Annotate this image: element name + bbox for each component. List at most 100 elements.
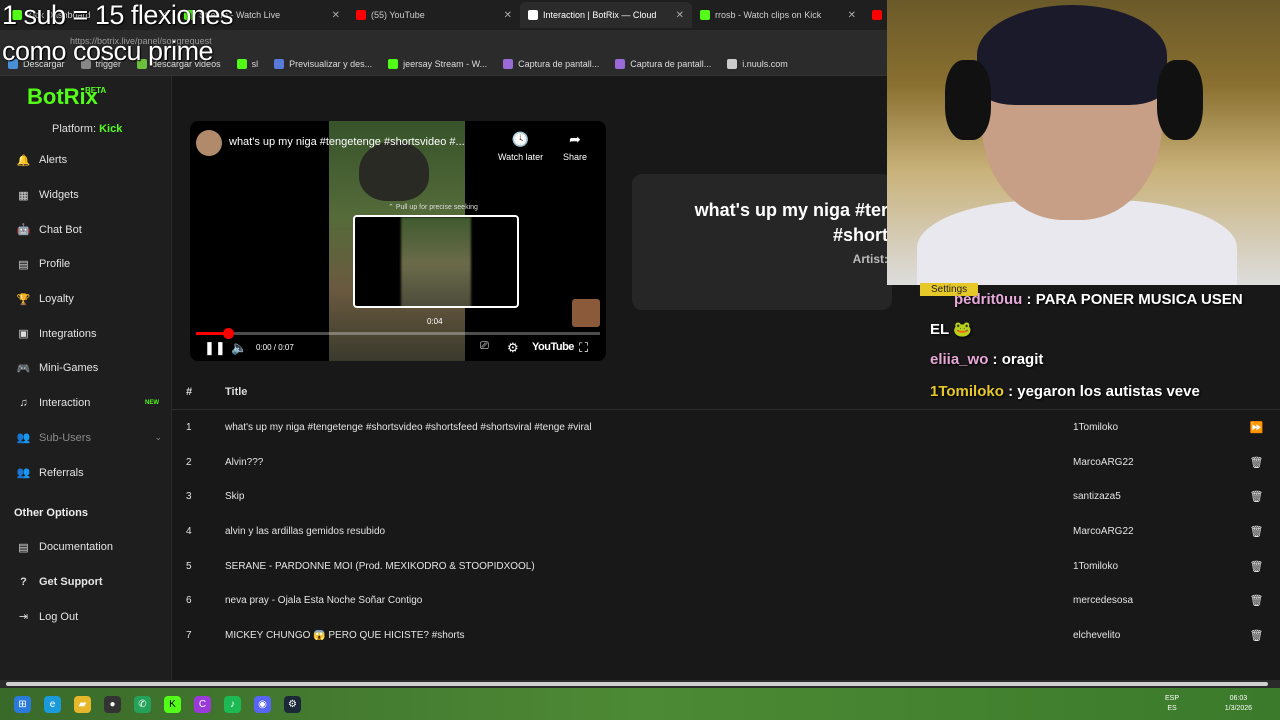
table-row[interactable]: 1 what's up my niga #tengetenge #shortsvi…	[172, 410, 1280, 445]
sidebar-item-log-out[interactable]: ⇥ Log Out	[0, 599, 171, 634]
table-row[interactable]: 3 Skip santizaza5 🗑	[172, 479, 1280, 514]
sidebar-item-label: Loyalty	[39, 293, 74, 306]
botrix-logo[interactable]: BotRix BETA	[27, 84, 106, 110]
row-requester: mercedesosa	[1073, 595, 1134, 607]
fullscreen-icon[interactable]: ⛶	[579, 340, 588, 356]
sidebar-item-chat-bot[interactable]: 🤖 Chat Bot	[0, 212, 171, 247]
youtube-player[interactable]: what's up my niga #tengetenge #shortsvid…	[190, 121, 606, 361]
end-thumbnail[interactable]	[572, 299, 600, 327]
progress-scrubber[interactable]	[223, 328, 235, 339]
video-title[interactable]: what's up my niga #tengetenge #shortsvid…	[229, 136, 465, 148]
row-number: 1	[186, 421, 192, 433]
sidebar-item-label: Referrals	[39, 466, 84, 479]
skip-forward-icon[interactable]: ⏩	[1233, 421, 1280, 434]
folder-icon[interactable]: ▰	[74, 695, 91, 713]
table-row[interactable]: 6 neva pray - Ojala Esta Noche Soñar Cont…	[172, 583, 1280, 618]
tab-close-icon[interactable]: ✕	[848, 10, 856, 21]
kick-icon[interactable]: K	[164, 695, 181, 713]
share-button[interactable]: ➦ Share	[563, 131, 587, 162]
bookmark-item[interactable]: sl	[236, 58, 258, 69]
watch-later-button[interactable]: 🕓 Watch later	[498, 131, 543, 162]
sidebar-item-sub-users[interactable]: 👥 Sub-Users ⌄	[0, 421, 171, 456]
edge-icon[interactable]: e	[44, 695, 61, 713]
tab-close-icon[interactable]: ✕	[676, 10, 684, 21]
platform-indicator: Platform: Kick	[52, 123, 122, 135]
chat-message: pedrit0uu : PARA PONER MUSICA USEN	[954, 291, 1243, 308]
whatsapp-icon[interactable]: ✆	[134, 695, 151, 713]
chat-message: eliia_wo : oragit	[930, 351, 1043, 368]
clock-icon: 🕓	[511, 131, 530, 147]
sidebar-item-profile[interactable]: ▤ Profile	[0, 247, 171, 282]
settings-gear-icon[interactable]: ⚙	[507, 340, 519, 356]
watch-later-label: Watch later	[498, 152, 544, 162]
browser-tab[interactable]: (55) YouTube ✕	[348, 2, 520, 28]
bookmark-item[interactable]: Previsualizar y des...	[274, 58, 372, 69]
progress-bar[interactable]	[196, 328, 600, 339]
tab-close-icon[interactable]: ✕	[332, 10, 340, 21]
language-indicator[interactable]: ESP ES	[1165, 694, 1179, 714]
row-number: 3	[186, 491, 192, 503]
pause-button[interactable]: ❚❚	[204, 340, 226, 356]
sidebar-item-get-support[interactable]: ? Get Support	[0, 565, 171, 600]
trash-icon[interactable]: 🗑	[1233, 525, 1280, 538]
taskbar-clock[interactable]: 06:03 1/3/2026	[1225, 694, 1252, 714]
trash-icon[interactable]: 🗑	[1233, 594, 1280, 607]
steam-icon[interactable]: ⚙	[284, 695, 301, 713]
webcam-overlay	[887, 0, 1280, 285]
volume-icon[interactable]: 🔈	[231, 340, 247, 356]
bookmark-item[interactable]: jeersay Stream - W...	[388, 58, 487, 69]
browser-tab[interactable]: rrosb - Watch clips on Kick ✕	[692, 2, 864, 28]
sidebar-item-referrals[interactable]: 👥 Referrals	[0, 455, 171, 490]
sidebar-item-alerts[interactable]: 🔔 Alerts	[0, 143, 171, 178]
row-title: what's up my niga #tengetenge #shortsvid…	[225, 421, 592, 433]
row-number: 5	[186, 560, 192, 572]
table-row[interactable]: 2 Alvin??? MarcoARG22 🗑	[172, 445, 1280, 480]
channel-avatar[interactable]	[196, 130, 222, 156]
start-icon[interactable]: ⊞	[14, 695, 31, 713]
row-title: Skip	[225, 491, 245, 503]
discord-icon[interactable]: ◉	[254, 695, 271, 713]
obs-icon[interactable]: ●	[104, 695, 121, 713]
sidebar-item-label: Chat Bot	[39, 223, 82, 236]
sidebar-item-integrations[interactable]: ▣ Integrations	[0, 316, 171, 351]
sidebar-item-widgets[interactable]: ▦ Widgets	[0, 178, 171, 213]
trash-icon[interactable]: 🗑	[1233, 560, 1280, 573]
bookmark-item[interactable]: Captura de pantall...	[615, 58, 711, 69]
trash-icon[interactable]: 🗑	[1233, 490, 1280, 503]
sidebar-item-label: Integrations	[39, 327, 97, 340]
chat-username: 1Tomiloko	[930, 383, 1004, 400]
row-number: 4	[186, 525, 192, 537]
table-row[interactable]: 5 SERANE - PARDONNE MOI (Prod. MEXIKODRO …	[172, 549, 1280, 584]
chevron-down-icon[interactable]: ⌄	[154, 432, 162, 443]
trash-icon[interactable]: 🗑	[1233, 456, 1280, 469]
logout-icon: ⇥	[18, 611, 29, 624]
row-title: MICKEY CHUNGO 😱 PERO QUE HICISTE? #short…	[225, 629, 465, 641]
scrollbar-thumb[interactable]	[6, 682, 1268, 686]
seek-preview	[353, 215, 519, 308]
now-playing-artist: Artist:	[852, 252, 888, 266]
sidebar-item-label: Profile	[39, 258, 71, 271]
captions-icon[interactable]: ⎚	[480, 340, 489, 353]
overlay-text-line2: como coscu prime	[2, 36, 214, 66]
spotify-icon[interactable]: ♪	[224, 695, 241, 713]
browser-tab[interactable]: Interaction | BotRix — Cloud ✕	[520, 2, 692, 28]
sidebar-item-documentation[interactable]: ▤ Documentation	[0, 530, 171, 565]
app-icon[interactable]: C	[194, 695, 211, 713]
row-number: 2	[186, 456, 192, 468]
table-row[interactable]: 4 alvin y las ardillas gemidos resubido Ma…	[172, 514, 1280, 549]
music-icon: ♫	[19, 397, 28, 410]
tab-close-icon[interactable]: ✕	[504, 10, 512, 21]
row-title: SERANE - PARDONNE MOI (Prod. MEXIKODRO &…	[225, 560, 535, 572]
sidebar-item-loyalty[interactable]: 🏆 Loyalty	[0, 282, 171, 317]
bookmark-item[interactable]: i.nuuls.com	[727, 58, 788, 69]
trash-icon[interactable]: 🗑	[1233, 629, 1280, 642]
youtube-logo[interactable]: YouTube	[532, 341, 574, 353]
table-row[interactable]: 7 MICKEY CHUNGO 😱 PERO QUE HICISTE? #shor…	[172, 618, 1280, 653]
sidebar-item-label: Documentation	[39, 541, 113, 554]
sidebar-item-interaction[interactable]: ♫ Interaction NEW	[0, 386, 171, 421]
bookmark-item[interactable]: Captura de pantall...	[503, 58, 599, 69]
sidebar-item-mini-games[interactable]: 🎮 Mini-Games	[0, 351, 171, 386]
trophy-icon: 🏆	[16, 293, 31, 306]
question-icon: ?	[20, 576, 27, 589]
horizontal-scrollbar[interactable]	[0, 680, 1280, 688]
